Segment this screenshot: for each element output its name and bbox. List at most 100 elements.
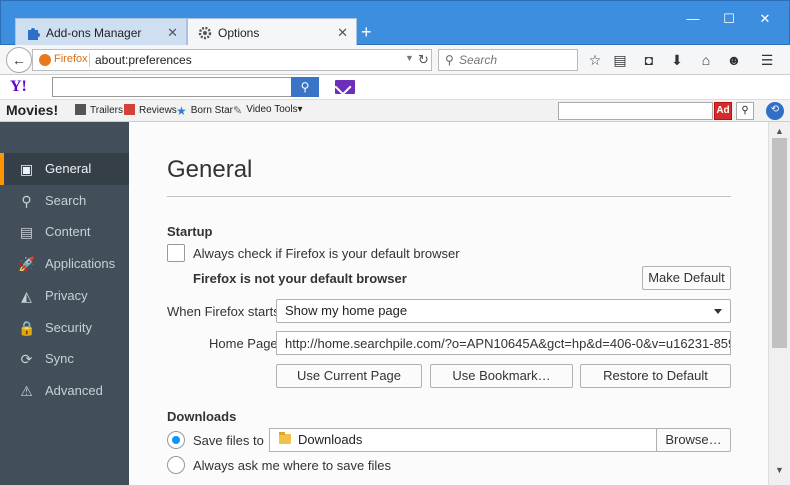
home-page-label: Home Page: <box>209 336 282 351</box>
when-starts-label: When Firefox starts: <box>167 304 284 319</box>
tab-options[interactable]: Options ✕ <box>187 18 357 46</box>
reload-icon[interactable]: ↻ <box>418 52 429 68</box>
sidebar-item-label: Content <box>45 224 91 239</box>
search-icon: ⚲ <box>445 53 454 67</box>
tab-addons-manager[interactable]: Add-ons Manager ✕ <box>15 18 187 46</box>
sidebar-item-general[interactable]: ▣ General <box>0 153 129 185</box>
title-divider <box>167 196 731 197</box>
download-folder-value: Downloads <box>298 432 363 447</box>
make-default-button[interactable]: Make Default <box>642 266 731 290</box>
sidebar-item-label: Sync <box>45 351 74 366</box>
hamburger-menu-icon[interactable]: ☰ <box>758 51 776 69</box>
yahoo-search-input[interactable] <box>52 77 292 97</box>
preferences-main: General Startup Always check if Firefox … <box>129 122 768 485</box>
not-default-text: Firefox is not your default browser <box>193 271 407 286</box>
bookmark-star-icon[interactable]: ☆ <box>586 51 604 69</box>
browse-button[interactable]: Browse… <box>656 428 731 452</box>
film-icon <box>75 104 86 115</box>
sidebar-item-label: General <box>45 161 92 176</box>
content-icon: ▤ <box>19 224 34 240</box>
scroll-down-icon[interactable]: ▼ <box>775 465 784 475</box>
back-arrow-icon: ← <box>12 52 26 68</box>
download-folder-field[interactable]: Downloads <box>269 428 657 452</box>
mail-envelope-icon[interactable] <box>335 80 355 94</box>
sync-icon: ⟳ <box>20 351 33 367</box>
privacy-mask-icon: ◭ <box>21 288 32 304</box>
sidebar-item-applications[interactable]: 🚀 Applications <box>0 248 129 280</box>
movies-toolbar: Movies! Trailers Reviews ★ Born Star ✎ Vid… <box>0 100 790 122</box>
url-bar[interactable]: Firefox about:preferences ▼ ↻ <box>32 49 432 71</box>
sidebar-item-sync[interactable]: ⟳ Sync <box>0 343 129 375</box>
scroll-up-icon[interactable]: ▲ <box>775 126 784 136</box>
maximize-button[interactable]: ☐ <box>719 11 739 27</box>
reading-list-icon[interactable]: ▤ <box>611 51 629 69</box>
default-browser-checkbox[interactable] <box>167 244 185 262</box>
close-tab-icon[interactable]: ✕ <box>337 19 348 47</box>
vertical-scrollbar[interactable]: ▲ ▼ <box>768 122 790 485</box>
search-input[interactable] <box>459 52 574 68</box>
sync-circle-icon[interactable]: ⟲ <box>766 102 784 120</box>
home-icon[interactable]: ⌂ <box>697 51 715 69</box>
movies-logo[interactable]: Movies! <box>6 102 58 118</box>
url-dropdown-icon[interactable]: ▼ <box>405 53 414 63</box>
tab-strip: Add-ons Manager ✕ Options ✕ + — ☐ ✕ <box>0 0 790 46</box>
wrench-icon: ✎ <box>233 105 243 117</box>
smiley-feedback-icon[interactable]: ☻ <box>725 51 743 69</box>
restore-default-button[interactable]: Restore to Default <box>580 364 731 388</box>
scroll-thumb[interactable] <box>772 138 787 348</box>
always-ask-radio[interactable] <box>167 456 185 474</box>
applications-icon: 🚀 <box>18 256 36 272</box>
star-icon: ★ <box>176 104 187 118</box>
sidebar-item-label: Search <box>45 193 87 208</box>
pocket-icon[interactable]: ◘ <box>640 51 658 69</box>
reviews-icon <box>124 104 135 115</box>
yahoo-search-button[interactable]: ⚲ <box>291 77 319 97</box>
close-tab-icon[interactable]: ✕ <box>167 19 178 47</box>
use-current-page-button[interactable]: Use Current Page <box>276 364 422 388</box>
downloads-arrow-icon[interactable]: ⬇ <box>668 51 686 69</box>
save-files-radio[interactable] <box>167 431 185 449</box>
ad-badge-icon[interactable]: Ad <box>714 102 732 120</box>
search-icon: ⚲ <box>741 105 749 116</box>
sidebar-item-content[interactable]: ▤ Content <box>0 216 129 248</box>
yahoo-logo[interactable]: Y! <box>10 78 27 96</box>
when-starts-value: Show my home page <box>285 303 408 318</box>
movies-search-button[interactable]: ⚲ <box>736 102 754 120</box>
gear-icon <box>198 26 212 40</box>
sidebar-item-label: Privacy <box>45 288 88 303</box>
chevron-down-icon <box>714 309 722 314</box>
toolbar-item-born-star[interactable]: ★ Born Star <box>176 104 233 118</box>
use-bookmark-button[interactable]: Use Bookmark… <box>430 364 573 388</box>
search-icon: ⚲ <box>21 193 32 209</box>
tab-label: Options <box>218 26 260 40</box>
folder-icon <box>279 432 291 444</box>
save-files-label[interactable]: Save files to <box>193 433 264 448</box>
new-tab-button[interactable]: + <box>361 22 372 42</box>
sidebar-item-search[interactable]: ⚲ Search <box>0 185 129 217</box>
sidebar-item-security[interactable]: 🔒 Security <box>0 312 129 344</box>
security-lock-icon: 🔒 <box>18 320 36 336</box>
preferences-sidebar: ▣ General ⚲ Search ▤ Content 🚀 Applicati… <box>0 122 129 485</box>
always-ask-label[interactable]: Always ask me where to save files <box>193 458 391 473</box>
home-page-input[interactable] <box>276 331 731 355</box>
search-icon: ⚲ <box>300 80 310 94</box>
toolbar-item-video-tools[interactable]: ✎ Video Tools▾ <box>233 104 303 117</box>
movies-search-input[interactable] <box>558 102 713 120</box>
search-bar[interactable]: ⚲ <box>438 49 578 71</box>
puzzle-piece-icon <box>28 28 40 40</box>
startup-heading: Startup <box>167 224 213 239</box>
sidebar-item-label: Security <box>45 320 92 335</box>
when-starts-select[interactable]: Show my home page <box>276 299 731 323</box>
close-window-button[interactable]: ✕ <box>755 11 775 27</box>
advanced-wizard-icon: ⚠ <box>20 383 33 399</box>
sidebar-item-privacy[interactable]: ◭ Privacy <box>0 280 129 312</box>
toolbar-item-trailers[interactable]: Trailers <box>75 104 123 116</box>
sidebar-item-advanced[interactable]: ⚠ Advanced <box>0 375 129 407</box>
sidebar-item-label: Applications <box>45 256 116 271</box>
minimize-button[interactable]: — <box>683 11 703 26</box>
toolbar-item-reviews[interactable]: Reviews <box>124 104 177 116</box>
default-browser-check-label[interactable]: Always check if Firefox is your default … <box>193 246 460 261</box>
yahoo-toolbar: Y! ⚲ <box>0 75 790 100</box>
url-text[interactable]: about:preferences <box>95 53 192 67</box>
back-button[interactable]: ← <box>6 47 32 73</box>
